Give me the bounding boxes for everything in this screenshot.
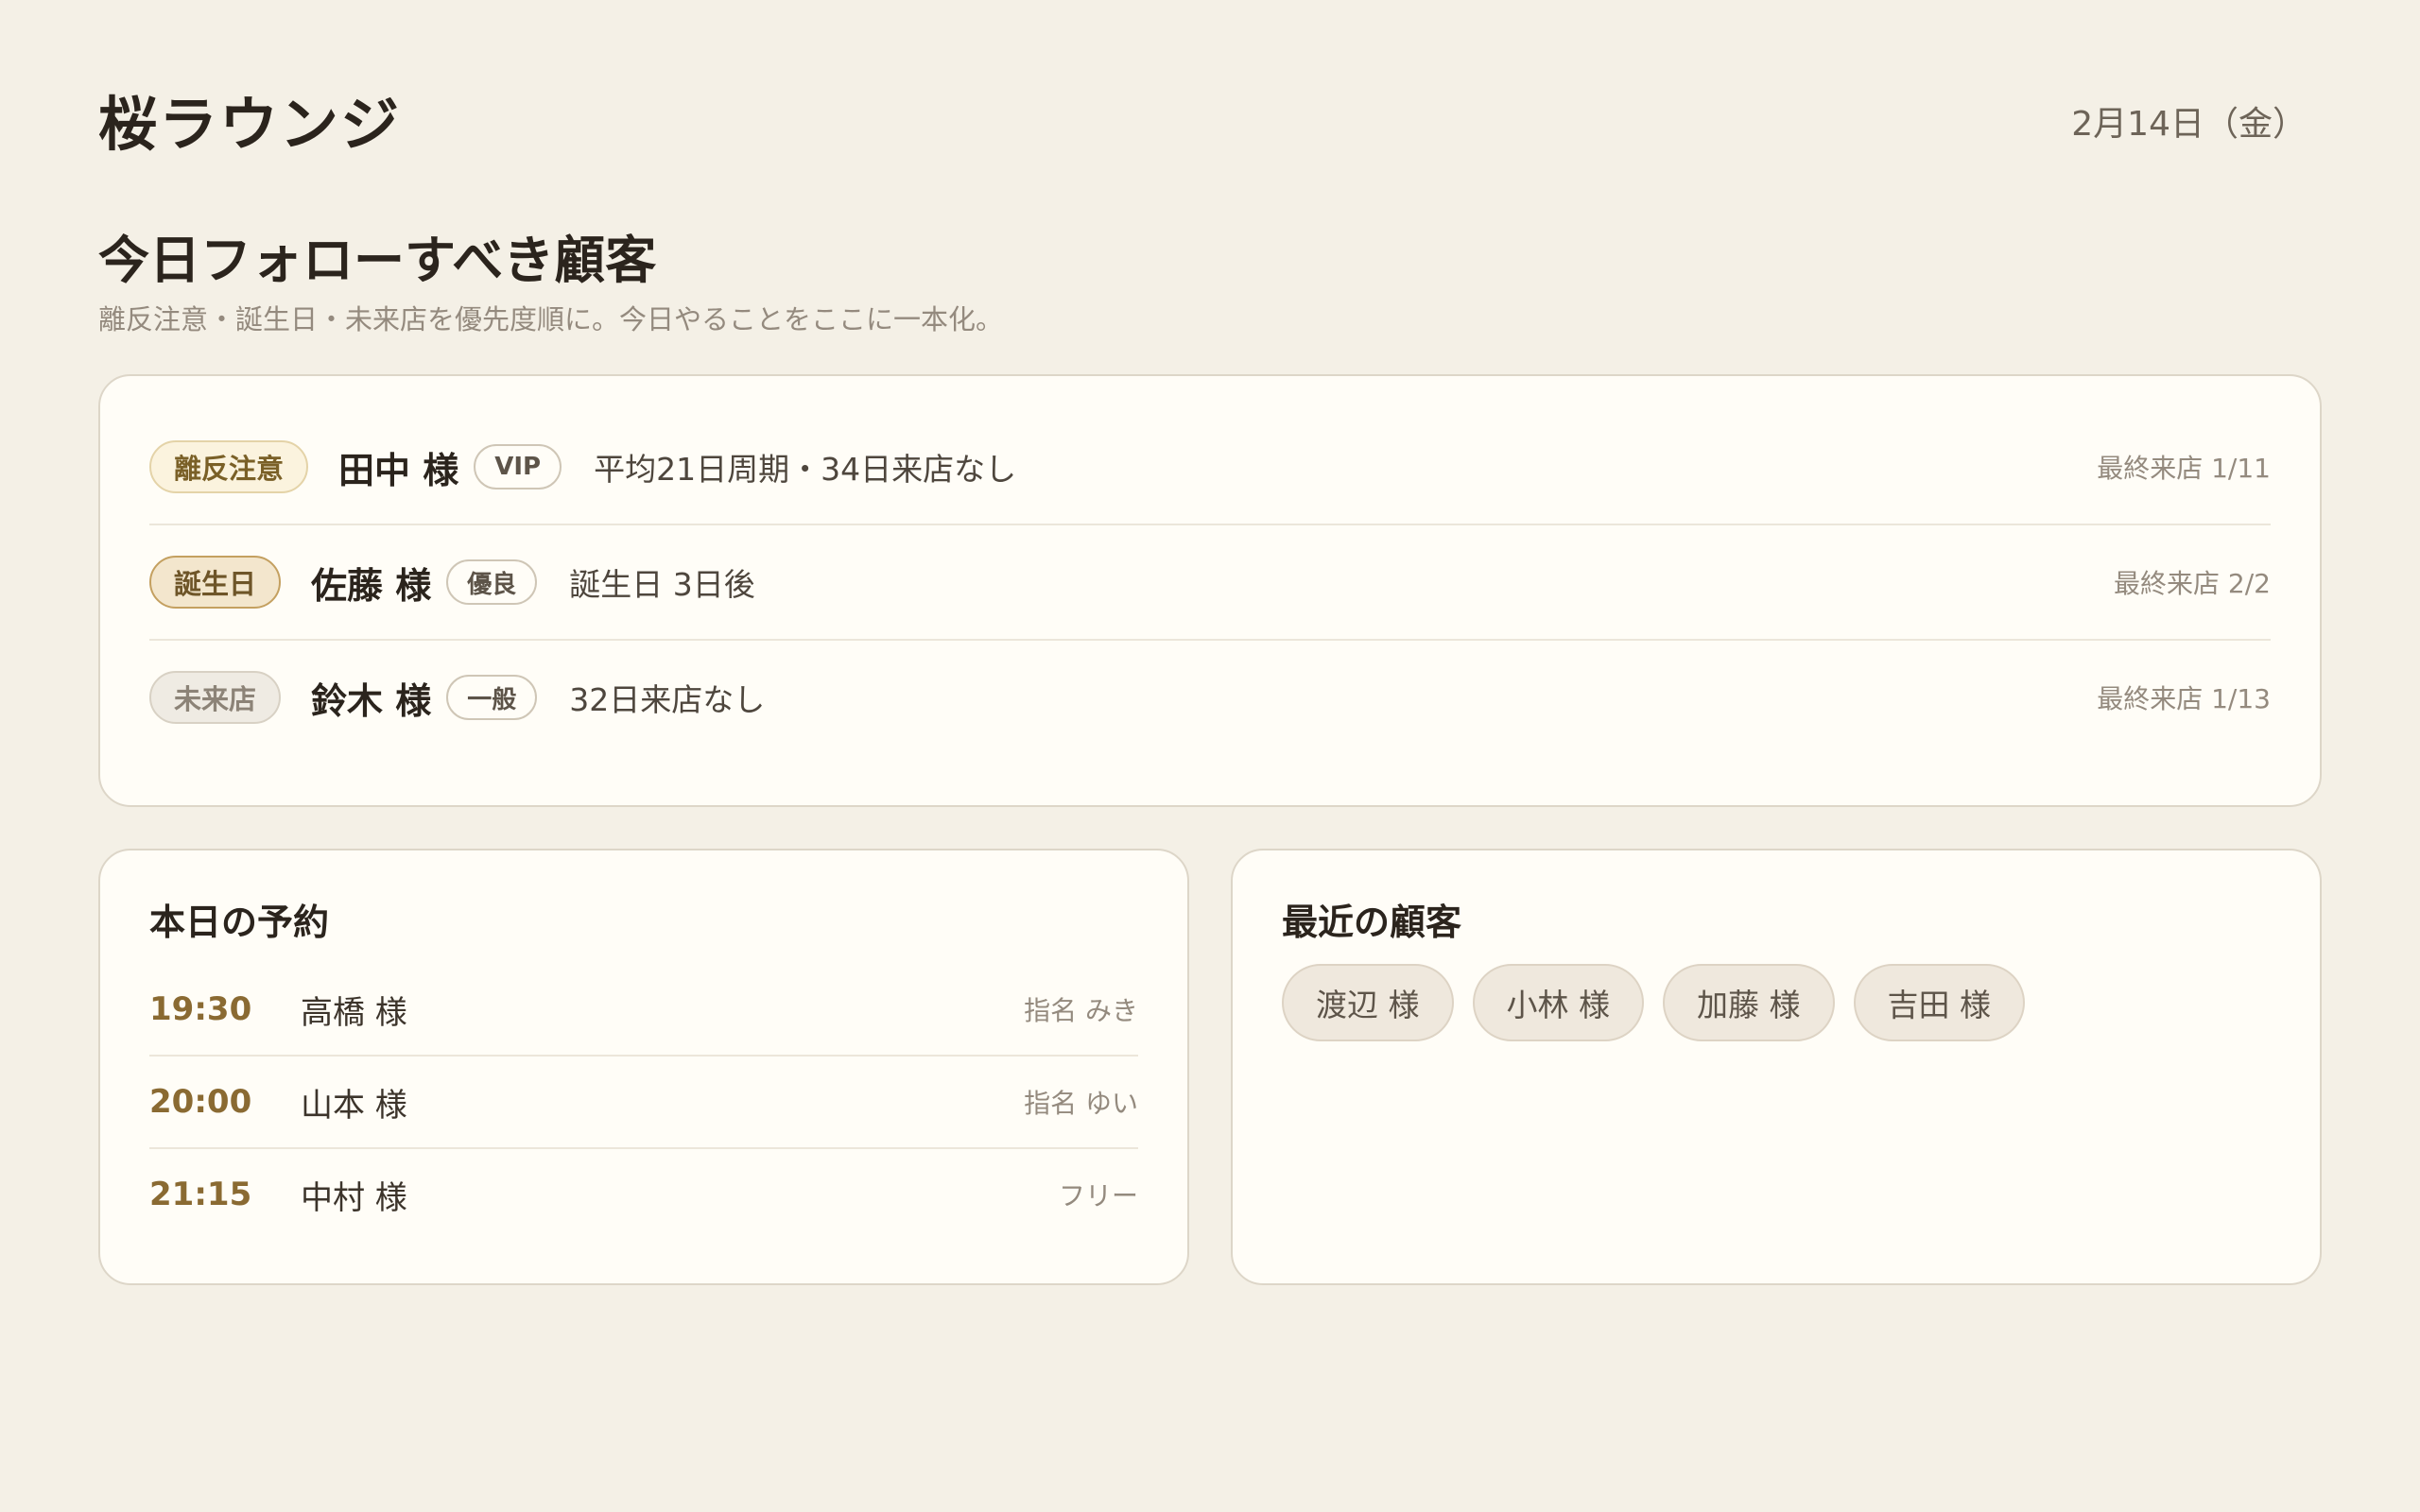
reservation-note: フリー [1058, 1180, 1138, 1211]
customer-name: 鈴木 様 [311, 679, 432, 722]
reservation-row[interactable]: 21:15 中村 様 フリー [149, 1149, 1138, 1240]
reservation-row[interactable]: 19:30 高橋 様 指名 みき [149, 964, 1138, 1057]
customer-name: 佐藤 様 [311, 564, 432, 607]
reservation-name: 高橋 様 [301, 993, 407, 1032]
follow-row-suzuki[interactable]: 未来店 鈴木 様 一般 32日来店なし 最終来店 1/13 [149, 641, 2271, 754]
reservation-note: 指名 ゆい [1024, 1088, 1138, 1119]
follow-row-sato[interactable]: 誕生日 佐藤 様 優良 誕生日 3日後 最終来店 2/2 [149, 525, 2271, 641]
recent-customer-chip[interactable]: 吉田 様 [1853, 964, 2025, 1041]
last-visit: 最終来店 2/2 [2114, 568, 2271, 599]
reservation-name: 山本 様 [301, 1086, 407, 1125]
churn-warning-tag: 離反注意 [149, 440, 309, 493]
rank-badge: 優良 [446, 559, 538, 605]
reservation-name: 中村 様 [301, 1178, 407, 1217]
follow-section-subtitle: 離反注意・誕生日・未来店を優先度順に。今日やることをここに一本化。 [98, 303, 1004, 335]
reservation-time: 21:15 [149, 1176, 252, 1213]
follow-note: 平均21日周期・34日来店なし [594, 451, 1017, 488]
reservations-title: 本日の予約 [149, 901, 330, 943]
recent-customer-chips: 渡辺 様 小林 様 加藤 様 吉田 様 [1282, 964, 2271, 1041]
last-visit: 最終来店 1/13 [2097, 683, 2271, 714]
rank-badge: 一般 [446, 675, 538, 720]
recent-customers-title: 最近の顧客 [1282, 901, 1462, 943]
recent-customer-chip[interactable]: 加藤 様 [1663, 964, 1835, 1041]
follow-card: 離反注意 田中 様 VIP 平均21日周期・34日来店なし 最終来店 1/11 … [98, 374, 2322, 807]
current-date: 2月14日（金） [2071, 105, 2307, 144]
reservation-row[interactable]: 20:00 山本 様 指名 ゆい [149, 1057, 1138, 1149]
follow-row-tanaka[interactable]: 離反注意 田中 様 VIP 平均21日周期・34日来店なし 最終来店 1/11 [149, 410, 2271, 525]
follow-note: 32日来店なし [569, 681, 766, 718]
reservation-note: 指名 みき [1024, 995, 1138, 1026]
reservation-time: 19:30 [149, 990, 252, 1028]
rank-badge: VIP [474, 444, 562, 490]
recent-customer-chip[interactable]: 小林 様 [1472, 964, 1644, 1041]
follow-note: 誕生日 3日後 [569, 566, 755, 603]
birthday-tag: 誕生日 [149, 556, 282, 609]
brand-title: 桜ラウンジ [98, 90, 402, 159]
no-visit-tag: 未来店 [149, 671, 282, 724]
reservations-card: 本日の予約 19:30 高橋 様 指名 みき 20:00 山本 様 指名 ゆい … [98, 849, 1189, 1285]
customer-name: 田中 様 [338, 449, 459, 491]
follow-section-title: 今日フォローすべき顧客 [98, 230, 657, 290]
last-visit: 最終来店 1/11 [2097, 453, 2271, 484]
recent-customer-chip[interactable]: 渡辺 様 [1282, 964, 1454, 1041]
reservation-time: 20:00 [149, 1083, 252, 1121]
recent-customers-card: 最近の顧客 渡辺 様 小林 様 加藤 様 吉田 様 [1231, 849, 2322, 1285]
header: 桜ラウンジ 2月14日（金） [98, 0, 2322, 231]
